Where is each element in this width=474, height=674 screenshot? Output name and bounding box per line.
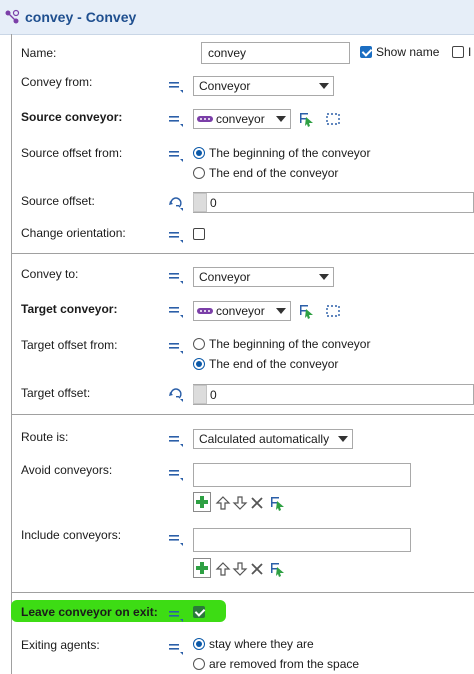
include-conveyors-list[interactable]	[193, 528, 411, 552]
static-mode-icon[interactable]	[168, 530, 184, 546]
target-offset-value: 0	[210, 388, 217, 402]
target-conveyor-value: conveyor	[216, 304, 265, 318]
target-beginning-radio[interactable]	[193, 338, 205, 350]
name-input[interactable]: convey	[201, 42, 350, 64]
target-end-label: The end of the conveyor	[209, 357, 339, 371]
move-up-icon[interactable]	[215, 495, 231, 511]
plus-icon	[196, 496, 208, 508]
dynamic-mode-icon[interactable]	[168, 195, 184, 211]
target-conveyor-dropdown[interactable]: conveyor	[193, 301, 291, 321]
avoid-conveyors-label: Avoid conveyors:	[21, 463, 113, 477]
route-is-label: Route is:	[21, 430, 69, 444]
chevron-down-icon	[338, 436, 348, 442]
route-is-dropdown[interactable]: Calculated automatically	[193, 429, 353, 449]
static-mode-icon[interactable]	[168, 227, 184, 243]
static-mode-icon[interactable]	[168, 268, 184, 284]
static-mode-icon[interactable]	[168, 77, 184, 93]
section-divider	[11, 253, 474, 254]
conveyor-icon	[197, 308, 213, 314]
move-down-icon[interactable]	[232, 561, 248, 577]
pick-from-canvas-icon[interactable]	[269, 561, 285, 577]
source-end-label: The end of the conveyor	[209, 166, 339, 180]
static-mode-icon[interactable]	[168, 302, 184, 318]
source-beginning-radio[interactable]	[193, 147, 205, 159]
stay-where-they-are-radio[interactable]	[193, 638, 205, 650]
convey-to-label: Convey to:	[21, 267, 79, 281]
add-avoid-conveyor-button[interactable]	[193, 492, 211, 512]
plus-icon	[196, 562, 208, 574]
target-conveyor-label: Target conveyor:	[21, 302, 118, 316]
route-is-value: Calculated automatically	[199, 432, 330, 446]
static-mode-icon[interactable]	[168, 639, 184, 655]
name-label: Name:	[21, 46, 57, 60]
convey-to-dropdown[interactable]: Conveyor	[193, 267, 334, 287]
target-offset-unit-handle[interactable]	[193, 385, 207, 404]
source-conveyor-value: conveyor	[216, 112, 265, 126]
convey-from-label: Convey from:	[21, 75, 93, 89]
source-conveyor-label: Source conveyor:	[21, 110, 123, 124]
show-name-label: Show name	[376, 45, 440, 59]
source-offset-label: Source offset:	[21, 194, 95, 208]
exiting-agents-label: Exiting agents:	[21, 638, 100, 652]
target-offset-from-label: Target offset from:	[21, 338, 118, 352]
convey-to-value: Conveyor	[199, 270, 251, 284]
show-name-checkbox[interactable]	[360, 46, 372, 58]
static-mode-icon[interactable]	[168, 338, 184, 354]
source-end-radio[interactable]	[193, 167, 205, 179]
remove-icon[interactable]	[249, 561, 265, 577]
source-beginning-label: The beginning of the conveyor	[209, 146, 371, 160]
source-conveyor-dropdown[interactable]: conveyor	[193, 109, 291, 129]
removed-from-space-radio[interactable]	[193, 658, 205, 670]
select-area-icon[interactable]	[325, 303, 341, 319]
target-beginning-label: The beginning of the conveyor	[209, 337, 371, 351]
ignore-label-cut: I	[468, 45, 472, 59]
avoid-conveyors-list[interactable]	[193, 463, 411, 487]
static-mode-icon[interactable]	[168, 606, 184, 622]
removed-from-space-label: are removed from the space	[209, 657, 360, 671]
target-end-radio[interactable]	[193, 358, 205, 370]
chevron-down-icon	[276, 116, 286, 122]
change-orientation-checkbox[interactable]	[193, 228, 205, 240]
source-offset-value: 0	[210, 196, 217, 210]
static-mode-icon[interactable]	[168, 431, 184, 447]
include-conveyors-label: Include conveyors:	[21, 528, 122, 542]
target-offset-input[interactable]: 0	[193, 384, 474, 405]
target-offset-label: Target offset:	[21, 386, 91, 400]
section-divider	[11, 592, 474, 593]
source-offset-from-label: Source offset from:	[21, 146, 123, 160]
move-up-icon[interactable]	[215, 561, 231, 577]
chevron-down-icon	[319, 274, 329, 280]
pick-from-canvas-icon[interactable]	[298, 111, 314, 127]
section-divider	[11, 414, 474, 415]
static-mode-icon[interactable]	[168, 465, 184, 481]
move-down-icon[interactable]	[232, 495, 248, 511]
conveyor-icon	[197, 116, 213, 122]
panel-left-border	[11, 34, 12, 674]
source-offset-input[interactable]: 0	[193, 192, 474, 213]
convey-from-value: Conveyor	[199, 79, 251, 93]
dynamic-mode-icon[interactable]	[168, 386, 184, 402]
stay-where-they-are-label: stay where they are	[209, 637, 314, 651]
static-mode-icon[interactable]	[168, 111, 184, 127]
convey-from-dropdown[interactable]: Conveyor	[193, 76, 334, 96]
pick-from-canvas-icon[interactable]	[269, 495, 285, 511]
ignore-checkbox[interactable]	[452, 46, 464, 58]
chevron-down-icon	[319, 83, 329, 89]
leave-conveyor-checkbox[interactable]	[193, 606, 205, 618]
remove-icon[interactable]	[249, 495, 265, 511]
window-title: convey - Convey	[25, 9, 137, 25]
pick-from-canvas-icon[interactable]	[298, 303, 314, 319]
select-area-icon[interactable]	[325, 111, 341, 127]
convey-block-icon	[5, 9, 20, 24]
add-include-conveyor-button[interactable]	[193, 558, 211, 578]
change-orientation-label: Change orientation:	[21, 226, 126, 240]
title-bar: convey - Convey	[0, 0, 474, 35]
static-mode-icon[interactable]	[168, 146, 184, 162]
leave-conveyor-label: Leave conveyor on exit:	[21, 605, 158, 619]
source-offset-unit-handle[interactable]	[193, 193, 207, 212]
chevron-down-icon	[276, 308, 286, 314]
